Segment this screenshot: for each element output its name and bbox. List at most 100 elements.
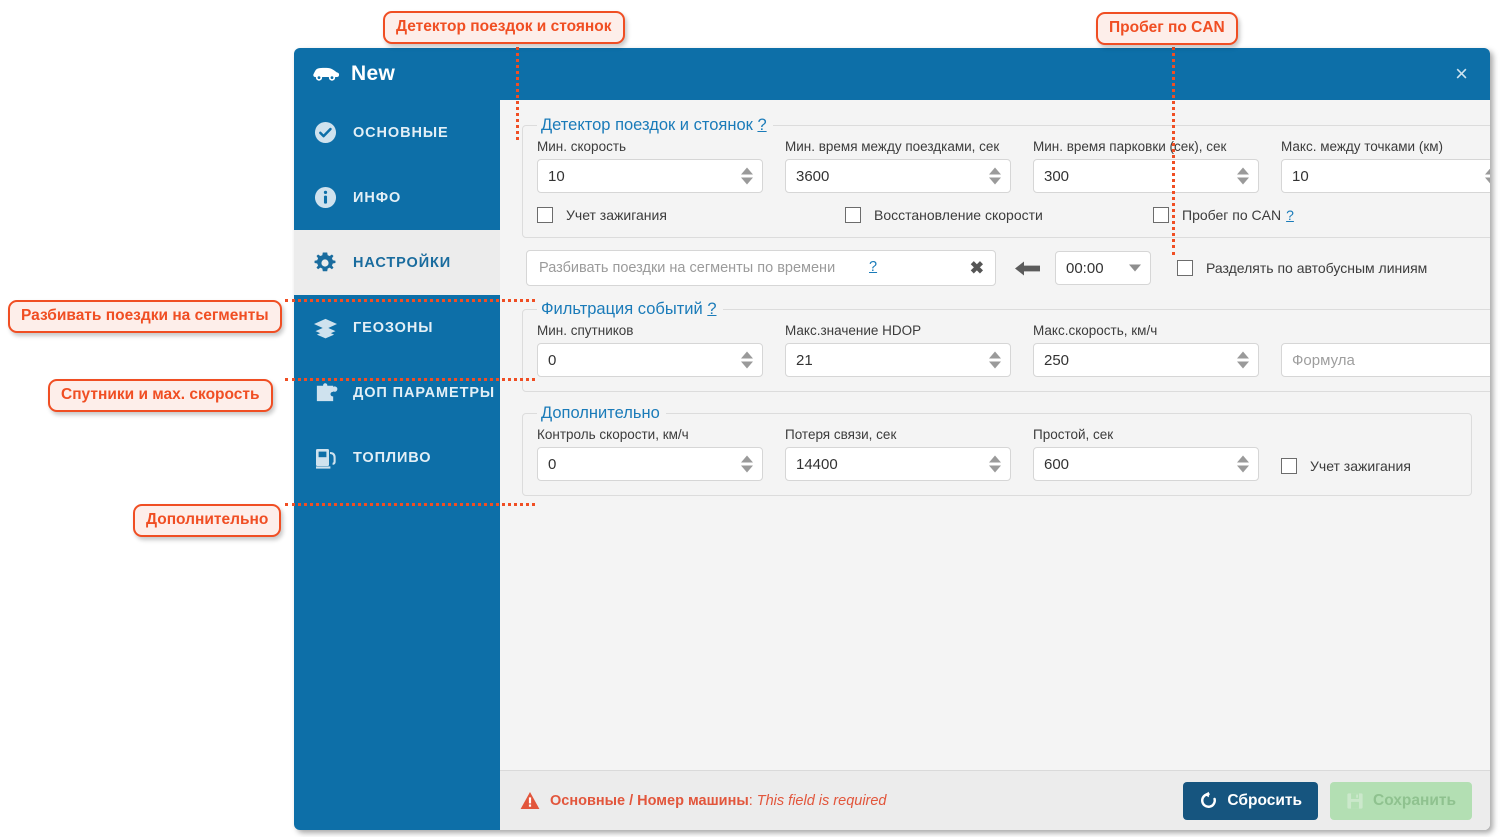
idle-field: Простой, сек bbox=[1033, 427, 1259, 481]
connection-loss-field: Потеря связи, сек bbox=[785, 427, 1011, 481]
formula-field bbox=[1281, 338, 1490, 377]
idle-label: Простой, сек bbox=[1033, 427, 1114, 442]
segment-time-select[interactable]: 00:00 bbox=[1055, 251, 1151, 285]
validation-error: Основные / Номер машины : This field is … bbox=[520, 791, 887, 810]
annotation-callout-3: Разбивать поездки на сегменты bbox=[8, 300, 282, 333]
formula-input[interactable] bbox=[1281, 343, 1490, 377]
sidebar-item-geozony[interactable]: ГЕОЗОНЫ bbox=[294, 295, 500, 360]
max-speed-stepper[interactable] bbox=[1237, 351, 1249, 369]
min-time-between-trips-input[interactable] bbox=[785, 159, 1011, 193]
annotation-callout-5: Дополнительно bbox=[133, 504, 282, 537]
split-by-bus-lines-checkbox[interactable]: Разделять по автобусным линиям bbox=[1177, 260, 1427, 276]
help-icon[interactable]: ? bbox=[1286, 207, 1294, 223]
speed-restore-checkbox[interactable]: Восстановление скорости bbox=[845, 207, 1153, 223]
ignition-checkbox-label: Учет зажигания bbox=[566, 207, 667, 223]
max-between-points-label: Макс. между точками (км) bbox=[1281, 139, 1443, 154]
min-parking-time-stepper[interactable] bbox=[1237, 167, 1249, 185]
speed-restore-checkbox-label: Восстановление скорости bbox=[874, 207, 1043, 223]
puzzle-icon bbox=[310, 381, 340, 404]
checkbox-box[interactable] bbox=[845, 207, 861, 223]
trip-detector-legend-text: Детектор поездок и стоянок bbox=[541, 116, 753, 134]
min-speed-input[interactable] bbox=[537, 159, 763, 193]
split-by-bus-lines-label: Разделять по автобусным линиям bbox=[1206, 260, 1428, 276]
warning-triangle-icon bbox=[520, 791, 540, 810]
sidebar-item-osnovnye[interactable]: ОСНОВНЫЕ bbox=[294, 100, 500, 165]
min-parking-time-field: Мин. время парковки (сек), сек bbox=[1033, 139, 1259, 193]
additional-ignition-label: Учет зажигания bbox=[1310, 458, 1411, 474]
error-path: Основные / Номер машины bbox=[550, 792, 749, 809]
dialog-footer: Основные / Номер машины : This field is … bbox=[500, 770, 1490, 830]
event-filter-section: Фильтрация событий ? Мин. спутников 0 Ма… bbox=[522, 300, 1490, 392]
max-hdop-stepper[interactable] bbox=[989, 351, 1001, 369]
ignition-checkbox[interactable]: Учет зажигания bbox=[537, 207, 845, 223]
event-filter-fields-row: Мин. спутников Макс.значение HDOP bbox=[537, 323, 1490, 377]
car-icon bbox=[312, 66, 340, 82]
save-button-label: Сохранить bbox=[1373, 791, 1456, 809]
event-filter-legend-text: Фильтрация событий bbox=[541, 300, 703, 318]
annotation-leader-1 bbox=[516, 40, 519, 140]
dialog-title: New bbox=[294, 48, 500, 100]
chevron-down-icon bbox=[1129, 264, 1141, 272]
help-icon[interactable]: ? bbox=[707, 300, 716, 318]
trip-detector-section: Детектор поездок и стоянок ? Мин. скорос… bbox=[522, 116, 1490, 238]
sidebar-item-info[interactable]: ИНФО bbox=[294, 165, 500, 230]
additional-legend: Дополнительно bbox=[537, 404, 666, 423]
sidebar-item-toplivo[interactable]: ТОПЛИВО bbox=[294, 425, 500, 490]
connection-loss-stepper[interactable] bbox=[989, 455, 1001, 473]
max-between-points-field: Макс. между точками (км) bbox=[1281, 139, 1490, 193]
sidebar-item-nastroyki[interactable]: НАСТРОЙКИ bbox=[294, 230, 500, 295]
annotation-leader-4 bbox=[285, 378, 535, 381]
fuel-pump-icon bbox=[310, 446, 340, 470]
help-icon[interactable]: ? bbox=[869, 259, 877, 275]
max-between-points-input[interactable] bbox=[1281, 159, 1490, 193]
max-between-points-stepper[interactable] bbox=[1485, 167, 1490, 185]
min-satellites-input[interactable] bbox=[537, 343, 763, 377]
idle-stepper[interactable] bbox=[1237, 455, 1249, 473]
arrow-left-icon[interactable] bbox=[1014, 260, 1041, 277]
max-hdop-input[interactable] bbox=[785, 343, 1011, 377]
min-time-between-trips-field: Мин. время между поездками, сек bbox=[785, 139, 1011, 193]
annotation-callout-1: Детектор поездок и стоянок bbox=[383, 11, 625, 44]
sidebar-item-label: ДОП ПАРАМЕТРЫ bbox=[353, 384, 495, 401]
min-satellites-field: Мин. спутников bbox=[537, 323, 763, 377]
speed-control-input[interactable] bbox=[537, 447, 763, 481]
split-trips-by-time-input[interactable] bbox=[526, 250, 996, 286]
save-button[interactable]: Сохранить bbox=[1330, 781, 1472, 820]
min-speed-stepper[interactable] bbox=[741, 167, 753, 185]
annotation-leader-5 bbox=[285, 503, 535, 506]
sidebar: New ОСНОВНЫЕ ИНФО НАСТРОЙКИ ГЕОЗОНЫ ДОП … bbox=[294, 48, 500, 830]
segments-row: ? ✖ 00:00 bbox=[526, 250, 1472, 286]
speed-control-label: Контроль скорости, км/ч bbox=[537, 427, 689, 442]
dialog-title-text: New bbox=[351, 62, 396, 85]
vehicle-settings-dialog: New ОСНОВНЫЕ ИНФО НАСТРОЙКИ ГЕОЗОНЫ ДОП … bbox=[294, 48, 1490, 830]
additional-legend-text: Дополнительно bbox=[541, 404, 660, 422]
checkbox-box[interactable] bbox=[1177, 260, 1193, 276]
speed-control-stepper[interactable] bbox=[741, 455, 753, 473]
max-speed-input[interactable] bbox=[1033, 343, 1259, 377]
close-icon[interactable]: × bbox=[1455, 63, 1468, 85]
min-satellites-stepper[interactable] bbox=[741, 351, 753, 369]
checkbox-box[interactable] bbox=[1153, 207, 1169, 223]
min-speed-label: Мин. скорость bbox=[537, 139, 627, 154]
sidebar-item-dop-parametry[interactable]: ДОП ПАРАМЕТРЫ bbox=[294, 360, 500, 425]
connection-loss-input[interactable] bbox=[785, 447, 1011, 481]
min-parking-time-input[interactable] bbox=[1033, 159, 1259, 193]
sidebar-item-label: ГЕОЗОНЫ bbox=[353, 319, 434, 336]
additional-ignition-checkbox[interactable]: Учет зажигания bbox=[1281, 458, 1411, 474]
min-time-between-trips-stepper[interactable] bbox=[989, 167, 1001, 185]
checkbox-box[interactable] bbox=[1281, 458, 1297, 474]
segments-input-wrap: ? ✖ bbox=[526, 250, 996, 286]
max-hdop-label: Макс.значение HDOP bbox=[785, 323, 922, 338]
help-icon[interactable]: ? bbox=[757, 116, 766, 134]
clear-icon[interactable]: ✖ bbox=[970, 260, 984, 277]
undo-icon bbox=[1199, 791, 1218, 810]
gear-icon bbox=[310, 251, 340, 275]
checkbox-box[interactable] bbox=[537, 207, 553, 223]
reset-button[interactable]: Сбросить bbox=[1183, 781, 1318, 820]
annotation-callout-2: Пробег по CAN bbox=[1096, 12, 1238, 45]
idle-input[interactable] bbox=[1033, 447, 1259, 481]
sidebar-item-label: ОСНОВНЫЕ bbox=[353, 124, 449, 141]
min-satellites-label: Мин. спутников bbox=[537, 323, 634, 338]
min-time-between-trips-label: Мин. время между поездками, сек bbox=[785, 139, 1000, 154]
settings-panel: × Детектор поездок и стоянок ? Мин. скор… bbox=[500, 48, 1490, 830]
